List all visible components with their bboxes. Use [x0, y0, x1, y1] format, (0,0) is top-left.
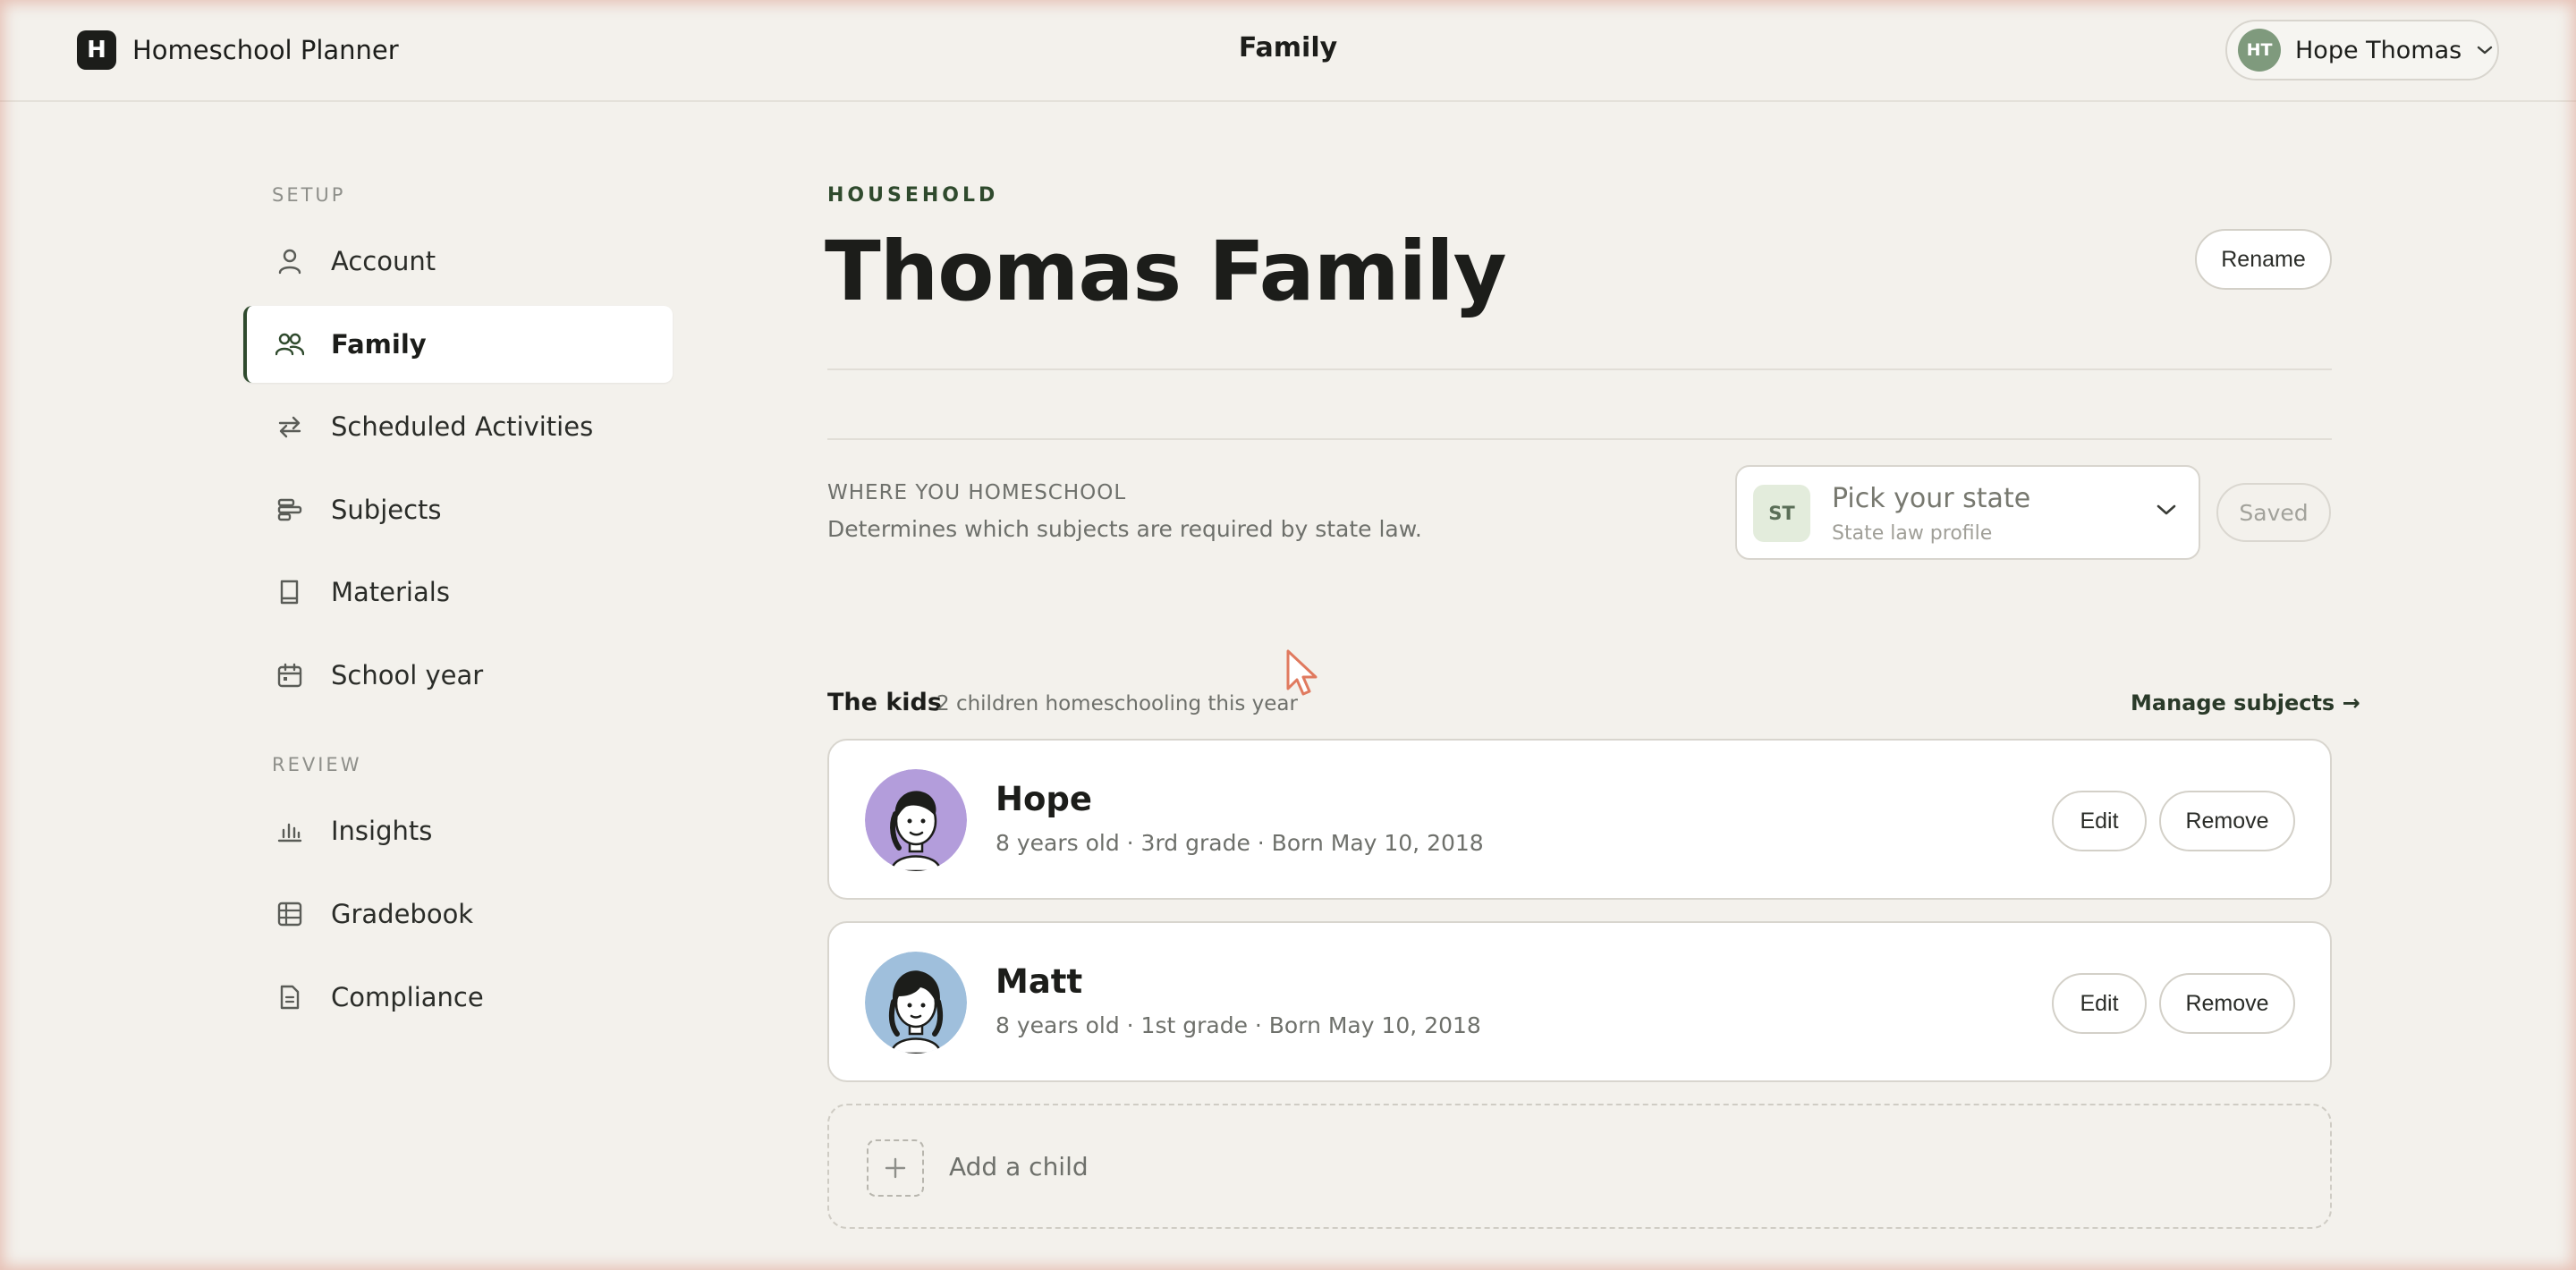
child-card-matt: Matt 8 years old · 1st grade · Born May … — [827, 921, 2332, 1082]
sidebar-item-subjects[interactable]: Subjects — [243, 471, 673, 548]
sidebar-item-gradebook[interactable]: Gradebook — [243, 876, 673, 952]
sidebar-item-account[interactable]: Account — [243, 223, 673, 300]
mouse-cursor-icon — [1286, 649, 1318, 696]
edit-child-button[interactable]: Edit — [2052, 791, 2147, 851]
state-subtitle: State law profile — [1832, 522, 1993, 545]
child-portrait-icon — [865, 769, 967, 871]
state-select[interactable]: ST Pick your state State law profile — [1735, 465, 2200, 560]
bar-chart-icon — [275, 817, 304, 845]
calendar-icon — [275, 661, 304, 690]
sidebar-item-scheduled-activities[interactable]: Scheduled Activities — [243, 388, 673, 465]
sidebar-item-label: Subjects — [331, 495, 442, 525]
sidebar-item-label: Scheduled Activities — [331, 411, 594, 442]
remove-child-button[interactable]: Remove — [2159, 791, 2295, 851]
child-details: 8 years old · 1st grade · Born May 10, 2… — [996, 1012, 1481, 1038]
sidebar-item-label: Insights — [331, 816, 433, 846]
plus-icon — [867, 1139, 924, 1197]
user-avatar: HT — [2238, 29, 2281, 72]
child-card-hope: Hope 8 years old · 3rd grade · Born May … — [827, 739, 2332, 900]
sidebar-item-label: Materials — [331, 577, 450, 607]
child-name: Hope — [996, 780, 1092, 818]
book-icon — [275, 578, 304, 606]
child-name: Matt — [996, 962, 1083, 1001]
repeat-icon — [275, 412, 304, 441]
page-title: Thomas Family — [825, 224, 1507, 319]
household-eyebrow: HOUSEHOLD — [827, 184, 999, 207]
where-homeschool-label: WHERE YOU HOMESCHOOL — [827, 481, 1127, 504]
people-icon — [275, 330, 304, 359]
add-child-button[interactable]: Add a child — [827, 1104, 2332, 1229]
add-child-label: Add a child — [949, 1152, 1089, 1181]
sidebar-heading-review: REVIEW — [272, 754, 362, 775]
sidebar-item-label: Compliance — [331, 982, 484, 1012]
chevron-down-icon — [2157, 504, 2176, 515]
child-details: 8 years old · 3rd grade · Born May 10, 2… — [996, 830, 1484, 856]
chevron-down-icon — [2478, 46, 2493, 55]
child-portrait-icon — [865, 952, 967, 1054]
top-bar: H Homeschool Planner Family HT Hope Thom… — [0, 0, 2576, 102]
sidebar-item-label: Gradebook — [331, 899, 474, 929]
document-icon — [275, 983, 304, 1012]
child-avatar — [865, 952, 967, 1054]
child-avatar — [865, 769, 967, 871]
saved-button[interactable]: Saved — [2216, 483, 2331, 542]
sidebar-item-materials[interactable]: Materials — [243, 554, 673, 631]
manage-subjects-link[interactable]: Manage subjects → — [2131, 690, 2360, 715]
state-badge: ST — [1753, 485, 1810, 542]
sidebar-item-insights[interactable]: Insights — [243, 792, 673, 869]
where-homeschool-description: Determines which subjects are required b… — [827, 516, 1422, 542]
remove-child-button[interactable]: Remove — [2159, 973, 2295, 1034]
sidebar-item-compliance[interactable]: Compliance — [243, 959, 673, 1036]
user-name: Hope Thomas — [2295, 36, 2462, 64]
kids-section-title: The kids — [827, 689, 942, 716]
person-icon — [275, 247, 304, 275]
divider — [827, 368, 2332, 370]
sidebar-item-school-year[interactable]: School year — [243, 637, 673, 714]
sidebar-item-family[interactable]: Family — [243, 306, 673, 383]
subjects-icon — [275, 495, 304, 524]
edit-child-button[interactable]: Edit — [2052, 973, 2147, 1034]
sidebar-item-label: Account — [331, 246, 436, 276]
page-header-title: Family — [1238, 32, 1338, 64]
state-placeholder: Pick your state — [1832, 483, 2031, 514]
sidebar-item-label: Family — [331, 329, 427, 360]
user-menu-button[interactable]: HT Hope Thomas — [2225, 20, 2499, 80]
sidebar-item-label: School year — [331, 660, 484, 690]
kids-section-subtitle: 2 children homeschooling this year — [936, 692, 1298, 715]
divider — [827, 438, 2332, 440]
rename-button[interactable]: Rename — [2195, 229, 2332, 290]
gradebook-icon — [275, 900, 304, 928]
sidebar-heading-setup: SETUP — [272, 184, 346, 206]
